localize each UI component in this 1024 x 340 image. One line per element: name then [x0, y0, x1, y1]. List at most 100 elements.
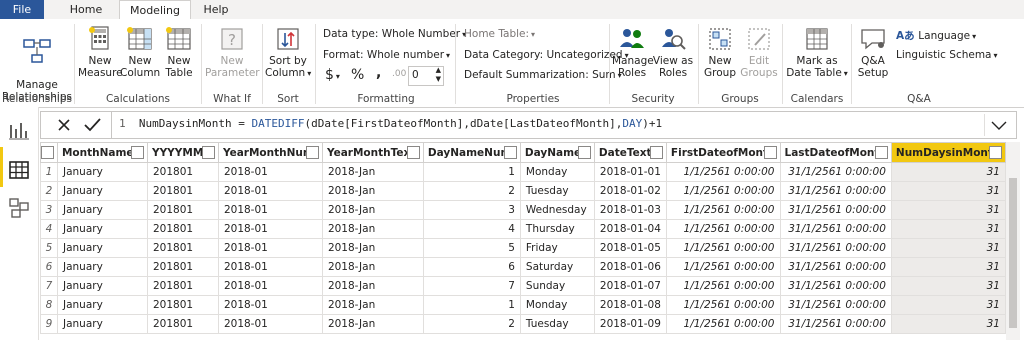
- table-row[interactable]: 3 January 201801 2018-01 2018-Jan 3 Wednesday 2…: [40, 200, 1006, 220]
- table-cell[interactable]: 2018-Jan: [321, 162, 424, 182]
- table-cell[interactable]: 3: [422, 200, 521, 220]
- table-cell[interactable]: 201801: [146, 314, 219, 334]
- table-cell[interactable]: 31/1/2561 0:00:00: [779, 238, 892, 258]
- table-cell[interactable]: 2018-01: [217, 238, 323, 258]
- table-cell[interactable]: 2018-01-06: [593, 257, 667, 277]
- row-index-cell[interactable]: 7: [40, 276, 58, 296]
- table-cell[interactable]: 1: [422, 162, 521, 182]
- table-cell[interactable]: 2018-01: [217, 200, 323, 220]
- table-cell[interactable]: 2018-01-08: [593, 295, 667, 315]
- table-cell[interactable]: January: [56, 314, 148, 334]
- table-cell[interactable]: 31/1/2561 0:00:00: [779, 314, 892, 334]
- table-cell[interactable]: 2018-01-01: [593, 162, 667, 182]
- stepper-down-icon[interactable]: ▼: [436, 75, 441, 83]
- table-cell[interactable]: 31: [890, 276, 1006, 296]
- table-cell[interactable]: Tuesday: [519, 314, 595, 334]
- tab-help[interactable]: Help: [194, 0, 238, 19]
- table-cell[interactable]: 31: [890, 314, 1006, 334]
- table-cell[interactable]: 2018-01: [217, 219, 323, 239]
- table-cell[interactable]: 1/1/2561 0:00:00: [665, 314, 781, 334]
- table-cell[interactable]: 4: [422, 219, 521, 239]
- table-cell[interactable]: 31: [890, 219, 1006, 239]
- column-header[interactable]: YearMonthText: [321, 142, 424, 163]
- currency-button[interactable]: $ ▾: [325, 67, 340, 83]
- sort-by-column-button[interactable]: Sort by Column ▾: [265, 25, 311, 80]
- filter-dropdown-icon[interactable]: [201, 146, 215, 159]
- new-measure-button[interactable]: New Measure: [78, 25, 123, 79]
- column-header[interactable]: DayName: [519, 142, 595, 163]
- data-view-button[interactable]: [6, 157, 32, 183]
- new-group-button[interactable]: New Group: [702, 25, 738, 79]
- column-header[interactable]: YearMonthNum: [217, 142, 323, 163]
- format-dropdown[interactable]: Format: Whole number ▾: [323, 49, 450, 61]
- table-cell[interactable]: 2018-01: [217, 314, 323, 334]
- filter-dropdown-icon[interactable]: [406, 146, 420, 159]
- column-header[interactable]: LastDateofMonth: [779, 142, 892, 163]
- table-cell[interactable]: Saturday: [519, 257, 595, 277]
- row-index-cell[interactable]: 9: [40, 314, 58, 334]
- vertical-scrollbar[interactable]: [1006, 142, 1020, 340]
- table-cell[interactable]: 2: [422, 181, 521, 201]
- table-cell[interactable]: 1/1/2561 0:00:00: [665, 181, 781, 201]
- table-cell[interactable]: January: [56, 181, 148, 201]
- table-cell[interactable]: 1/1/2561 0:00:00: [665, 200, 781, 220]
- filter-dropdown-icon[interactable]: [577, 146, 591, 159]
- table-cell[interactable]: 2018-01: [217, 276, 323, 296]
- mark-as-date-table-button[interactable]: Mark as Date Table ▾: [786, 25, 848, 80]
- table-cell[interactable]: 2018-Jan: [321, 200, 424, 220]
- table-cell[interactable]: 201801: [146, 219, 219, 239]
- table-cell[interactable]: 201801: [146, 181, 219, 201]
- tab-file[interactable]: File: [0, 0, 44, 19]
- table-cell[interactable]: 2018-01-07: [593, 276, 667, 296]
- table-cell[interactable]: 31: [890, 295, 1006, 315]
- table-row[interactable]: 2 January 201801 2018-01 2018-Jan 2 Tuesday 201…: [40, 181, 1006, 201]
- row-index-cell[interactable]: 5: [40, 238, 58, 258]
- percent-button[interactable]: %: [351, 67, 364, 83]
- table-row[interactable]: 6 January 201801 2018-01 2018-Jan 6 Saturday 20…: [40, 257, 1006, 277]
- table-cell[interactable]: 2018-Jan: [321, 276, 424, 296]
- row-index-cell[interactable]: 8: [40, 295, 58, 315]
- table-cell[interactable]: 2018-01: [217, 295, 323, 315]
- filter-dropdown-icon[interactable]: [305, 146, 319, 159]
- column-header[interactable]: YYYYMM: [146, 142, 219, 163]
- table-cell[interactable]: 31: [890, 257, 1006, 277]
- linguistic-schema-dropdown[interactable]: Linguistic Schema ▾: [896, 49, 998, 61]
- table-cell[interactable]: 5: [422, 238, 521, 258]
- table-row[interactable]: 1 January 201801 2018-01 2018-Jan 1 Monday 2018…: [40, 162, 1006, 182]
- filter-dropdown-icon[interactable]: [763, 146, 777, 159]
- language-dropdown[interactable]: Aあ Language ▾: [896, 28, 976, 43]
- table-row[interactable]: 7 January 201801 2018-01 2018-Jan 7 Sunday 2018…: [40, 276, 1006, 296]
- row-index-header[interactable]: [40, 142, 58, 163]
- table-cell[interactable]: 31/1/2561 0:00:00: [779, 295, 892, 315]
- filter-dropdown-icon[interactable]: [989, 146, 1002, 159]
- row-index-cell[interactable]: 4: [40, 219, 58, 239]
- table-cell[interactable]: 1: [422, 295, 521, 315]
- table-cell[interactable]: Sunday: [519, 276, 595, 296]
- row-index-cell[interactable]: 2: [40, 181, 58, 201]
- table-cell[interactable]: January: [56, 200, 148, 220]
- decimal-places-stepper[interactable]: 0 ▲ ▼: [408, 66, 444, 86]
- cancel-formula-button[interactable]: [53, 114, 75, 136]
- manage-roles-button[interactable]: Manage Roles: [612, 25, 654, 79]
- table-cell[interactable]: 1/1/2561 0:00:00: [665, 276, 781, 296]
- column-header[interactable]: MonthName: [56, 142, 148, 163]
- table-cell[interactable]: 201801: [146, 276, 219, 296]
- row-index-cell[interactable]: 6: [40, 257, 58, 277]
- filter-dropdown-icon[interactable]: [130, 146, 144, 159]
- row-index-cell[interactable]: 3: [40, 200, 58, 220]
- table-cell[interactable]: 31: [890, 238, 1006, 258]
- filter-dropdown-icon[interactable]: [503, 146, 517, 159]
- table-cell[interactable]: 201801: [146, 257, 219, 277]
- table-cell[interactable]: January: [56, 295, 148, 315]
- table-cell[interactable]: 31/1/2561 0:00:00: [779, 276, 892, 296]
- table-cell[interactable]: 2018-Jan: [321, 314, 424, 334]
- table-cell[interactable]: 31/1/2561 0:00:00: [779, 257, 892, 277]
- filter-dropdown-icon[interactable]: [874, 146, 888, 159]
- table-cell[interactable]: 2018-01-05: [593, 238, 667, 258]
- column-header[interactable]: DayNameNum: [422, 142, 521, 163]
- table-cell[interactable]: January: [56, 257, 148, 277]
- manage-relationships-button[interactable]: Manage Relationships: [2, 25, 72, 103]
- table-cell[interactable]: 201801: [146, 162, 219, 182]
- stepper-up-icon[interactable]: ▲: [436, 66, 441, 74]
- table-cell[interactable]: 2018-01: [217, 181, 323, 201]
